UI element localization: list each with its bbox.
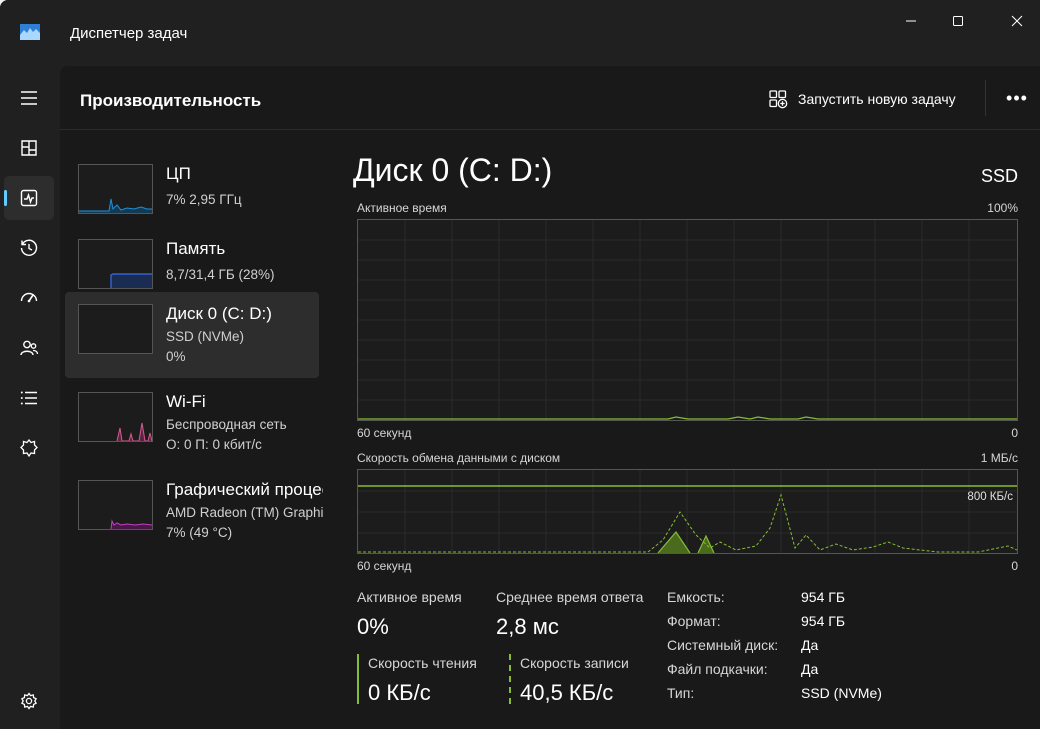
nav-details[interactable] [4, 376, 54, 420]
task-manager-app-icon [20, 24, 40, 40]
minimize-button[interactable] [888, 5, 934, 37]
device-item-wifi[interactable]: Wi-Fi Беспроводная сеть О: 0 П: 0 кбит/с [65, 380, 319, 466]
device-line1: Беспроводная сеть [166, 417, 287, 432]
page-file-value: Да [801, 661, 819, 677]
transfer-rate-chart-label: Скорость обмена данными с диском [357, 451, 561, 465]
device-line1: AMD Radeon (TM) Graphics [166, 505, 323, 520]
write-speed-stat-value: 40,5 КБ/с [520, 680, 614, 705]
maximize-button[interactable] [935, 5, 981, 37]
services-icon [20, 438, 38, 458]
transfer-rate-line-label: 800 КБ/с [967, 491, 1013, 503]
device-item-gpu-0[interactable]: Графический процессор 0 AMD Radeon (TM) … [65, 468, 323, 554]
minimize-icon [906, 20, 916, 22]
nav-users[interactable] [4, 326, 54, 370]
active-time-stat-value: 0% [357, 614, 389, 639]
transfer-rate-chart-min: 0 [1011, 559, 1018, 573]
device-line2: О: 0 П: 0 кбит/с [166, 437, 262, 452]
active-time-chart-x-label: 60 секунд [357, 426, 412, 440]
disk-mini-graph [78, 304, 153, 354]
startup-apps-icon [20, 292, 38, 303]
close-button[interactable] [994, 5, 1040, 37]
format-label: Формат: [667, 613, 721, 629]
device-line1: SSD (NVMe) [166, 329, 245, 344]
window-title: Диспетчер задач [70, 25, 188, 42]
nav-settings[interactable] [4, 679, 54, 723]
read-speed-legend-bar [357, 654, 359, 704]
page-file-label: Файл подкачки: [667, 661, 768, 677]
active-time-chart-label: Активное время [357, 201, 447, 215]
device-name: Диск 0 (C: D:) [166, 304, 272, 323]
users-icon [20, 340, 39, 356]
left-navigation [0, 66, 60, 729]
format-value: 954 ГБ [801, 613, 846, 629]
nav-performance[interactable] [4, 176, 54, 220]
task-manager-window: Диспетчер задач Производительность Запус… [0, 0, 1040, 729]
performance-icon [20, 189, 38, 207]
device-item-cpu[interactable]: ЦП 7% 2,95 ГГц [65, 152, 319, 238]
active-time-chart-min: 0 [1011, 426, 1018, 440]
type-value: SSD (NVMe) [801, 685, 882, 701]
read-speed-stat-label: Скорость чтения [368, 655, 477, 671]
nav-menu-toggle[interactable] [4, 76, 54, 120]
device-line2: 7% (49 °C) [166, 525, 233, 540]
transfer-rate-chart-x-label: 60 секунд [357, 559, 412, 573]
settings-icon [20, 692, 38, 710]
page-title: Производительность [80, 91, 262, 110]
nav-app-history[interactable] [4, 226, 54, 270]
type-label: Тип: [667, 685, 695, 701]
wifi-mini-graph [78, 392, 153, 442]
nav-services[interactable] [4, 426, 54, 470]
app-history-icon [20, 239, 38, 256]
disk-type: SSD [980, 166, 1018, 186]
read-speed-stat-value: 0 КБ/с [368, 680, 431, 705]
device-name: ЦП [166, 164, 191, 183]
transfer-rate-chart-max: 1 МБ/с [980, 451, 1018, 465]
run-new-task-icon [769, 90, 788, 109]
device-line1: 8,7/31,4 ГБ (28%) [166, 267, 275, 282]
maximize-icon [953, 16, 963, 26]
response-time-stat-label: Среднее время ответа [496, 589, 644, 605]
run-new-task-button[interactable]: Запустить новую задачу [768, 84, 956, 114]
device-line2: 0% [166, 349, 186, 364]
processes-icon [21, 140, 37, 156]
disk-detail-panel: Диск 0 (C: D:) SSD Активное время 100% 6… [353, 130, 1020, 729]
device-line1: 7% 2,95 ГГц [166, 192, 242, 207]
cpu-mini-graph [78, 164, 153, 214]
write-speed-legend-bar [509, 654, 511, 704]
device-name: Графический процессор 0 [166, 480, 323, 499]
system-disk-label: Системный диск: [667, 637, 779, 653]
gpu-mini-graph [78, 480, 153, 530]
memory-mini-graph [78, 239, 153, 289]
run-new-task-label: Запустить новую задачу [798, 91, 956, 107]
nav-processes[interactable] [4, 126, 54, 170]
performance-page: Производительность Запустить новую задач… [60, 66, 1040, 729]
close-icon [1011, 15, 1023, 27]
device-item-disk-0[interactable]: Диск 0 (C: D:) SSD (NVMe) 0% [65, 292, 319, 378]
device-name: Wi-Fi [166, 392, 206, 411]
page-header: Производительность Запустить новую задач… [60, 66, 1040, 130]
active-time-stat-label: Активное время [357, 589, 462, 605]
details-icon [20, 391, 37, 405]
response-time-stat-value: 2,8 мс [496, 614, 559, 639]
transfer-rate-chart: 800 КБ/с [357, 469, 1018, 554]
active-time-chart [357, 219, 1018, 421]
active-time-chart-max: 100% [987, 201, 1018, 215]
write-speed-stat-label: Скорость записи [520, 655, 629, 671]
hamburger-icon [21, 91, 37, 105]
nav-startup-apps[interactable] [4, 276, 54, 320]
title-bar[interactable]: Диспетчер задач [0, 0, 1040, 66]
device-name: Память [166, 239, 226, 258]
header-separator [985, 80, 986, 116]
system-disk-value: Да [801, 637, 819, 653]
disk-title: Диск 0 (C: D:) [353, 152, 553, 188]
capacity-value: 954 ГБ [801, 589, 846, 605]
more-options-button[interactable]: ••• [1002, 86, 1032, 110]
capacity-label: Емкость: [667, 589, 725, 605]
device-list: ЦП 7% 2,95 ГГц Память 8,7/31,4 ГБ (28%) … [60, 130, 324, 729]
